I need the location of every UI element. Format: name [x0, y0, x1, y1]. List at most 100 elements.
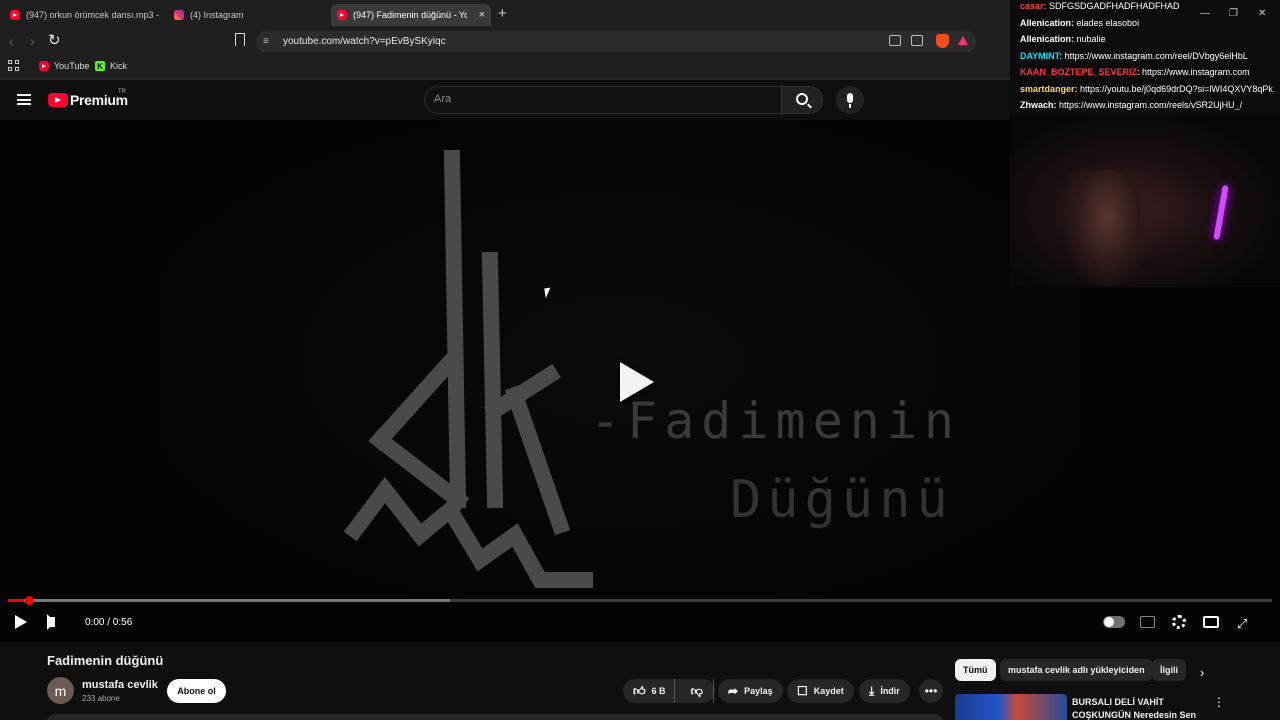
streamer-silhouette: [1062, 170, 1152, 287]
share-icon[interactable]: [911, 35, 923, 46]
chat-username: Zhwach:: [1020, 100, 1057, 110]
autoplay-toggle[interactable]: [1103, 616, 1125, 628]
scrubber-handle[interactable]: [25, 596, 34, 605]
recommendation-thumbnail[interactable]: [955, 694, 1067, 720]
theater-mode-icon[interactable]: [1203, 616, 1219, 628]
description-box[interactable]: [47, 714, 943, 720]
chip-related[interactable]: İlgili: [1152, 659, 1186, 681]
time-display: 0:00 / 0:56: [85, 617, 133, 628]
share-button[interactable]: ➦ Paylaş: [718, 679, 783, 703]
dislike-button[interactable]: 👎︎: [681, 679, 714, 703]
subscribe-button[interactable]: Abone ol: [167, 679, 226, 703]
thumbs-down-icon: 👎︎: [690, 683, 703, 698]
chat-text: : https://www.instagram.com: [1137, 67, 1250, 77]
download-icon: ⤓: [869, 683, 875, 698]
chat-text: https://www.instagram.com/reels/vSR2UjHU…: [1056, 100, 1243, 110]
chat-message: casar: SDFGSDGADFHADFHADFHAD: [1020, 1, 1280, 11]
close-tab-icon[interactable]: ×: [479, 9, 485, 21]
chat-text: nubalie: [1074, 34, 1106, 44]
minimize-icon[interactable]: —: [1200, 8, 1210, 19]
subscriber-count: 233 abone: [82, 694, 120, 703]
progress-buffered: [8, 599, 450, 602]
bookmarks-bar: [0, 55, 1010, 80]
youtube-icon: [10, 10, 20, 20]
save-button[interactable]: ☐ Kaydet: [787, 679, 854, 703]
chat-username: smartdanger:: [1020, 83, 1078, 94]
youtube-icon: [337, 10, 347, 20]
tab-fadimenin[interactable]: (947) Fadimenin düğünü - YouTube ×: [331, 4, 491, 26]
dk-logo-graphic: [343, 149, 593, 588]
chip-all[interactable]: Tümü: [955, 659, 996, 681]
tab-orkun[interactable]: (947) orkun örümcek dansı.mp3 - YouTube: [4, 4, 162, 26]
youtube-icon: [39, 61, 49, 71]
big-play-icon[interactable]: [620, 362, 654, 402]
chat-message: DAYMINT: https://www.instagram.com/reel/…: [1020, 51, 1280, 61]
fullscreen-icon[interactable]: ⤢: [1237, 616, 1247, 632]
bookmark-kick[interactable]: K Kick: [95, 61, 127, 71]
recommendation-title[interactable]: BURSALI DELİ VAHİT COŞKUNGÜN Neredesin S…: [1072, 696, 1202, 720]
tab-title: (4) Instagram: [190, 10, 244, 20]
tab-instagram[interactable]: (4) Instagram: [168, 4, 328, 26]
download-button[interactable]: ⤓ İndir: [859, 679, 910, 703]
apps-grid-icon[interactable]: [8, 60, 19, 71]
like-count: 6 B: [651, 686, 666, 696]
site-settings-icon[interactable]: ≡: [263, 36, 269, 47]
close-window-icon[interactable]: ✕: [1258, 8, 1266, 19]
bookmark-label: YouTube: [54, 61, 90, 71]
back-icon[interactable]: ‹: [9, 33, 14, 49]
channel-name[interactable]: mustafa cevlik: [82, 679, 158, 691]
subtitles-icon[interactable]: [1140, 616, 1155, 628]
chat-username: KAAN_BOZTEPE_SEVERIZ: [1020, 67, 1138, 77]
share-arrow-icon: ➦: [728, 684, 739, 698]
mouse-cursor-icon: [544, 287, 552, 299]
chat-message: KAAN_BOZTEPE_SEVERIZ: https://www.instag…: [1020, 67, 1280, 77]
chat-text: https://youtu.be/j0qd69drDQ?si=lWI4QXVY8…: [1077, 83, 1273, 94]
kebab-menu-icon[interactable]: ⋮: [1213, 695, 1225, 709]
download-label: İndir: [880, 686, 900, 696]
tab-title: (947) Fadimenin düğünü - YouTube: [353, 10, 467, 20]
bookmark-save-icon: ☐: [797, 684, 808, 698]
youtube-logo-icon[interactable]: [48, 93, 68, 107]
chip-uploader[interactable]: mustafa cevlik adlı yükleyiciden: [1000, 659, 1153, 681]
chat-username: Allenication:: [1020, 17, 1075, 28]
play-icon[interactable]: [15, 615, 27, 629]
microphone-icon[interactable]: [836, 86, 864, 114]
save-label: Kaydet: [813, 686, 844, 696]
progress-played: [8, 599, 24, 602]
chat-message: Zhwach: https://www.instagram.com/reels/…: [1020, 100, 1280, 110]
more-actions-button[interactable]: •••: [919, 679, 943, 703]
reload-icon[interactable]: ↻: [48, 31, 61, 49]
brave-rewards-icon[interactable]: [958, 36, 968, 45]
tab-title: (947) orkun örümcek dansı.mp3 - YouTube: [26, 10, 162, 20]
new-tab-button[interactable]: +: [498, 5, 507, 22]
bookmark-label: Kick: [110, 61, 128, 71]
bookmark-youtube[interactable]: YouTube: [39, 61, 89, 71]
kick-icon: K: [95, 61, 105, 71]
forward-icon[interactable]: ›: [30, 33, 35, 49]
search-icon[interactable]: [796, 93, 808, 105]
share-label: Paylaş: [744, 686, 773, 696]
settings-gear-icon[interactable]: [1172, 615, 1186, 629]
avatar[interactable]: m: [47, 677, 74, 704]
search-placeholder: Ara: [434, 93, 452, 105]
chat-message: smartdanger: https://youtu.be/j0qd69drDQ…: [1020, 84, 1280, 94]
chevron-right-icon[interactable]: ›: [1200, 665, 1204, 680]
chat-text: SDFGSDGADFHADFHADFHAD: [1046, 1, 1180, 11]
chat-text: https://www.instagram.com/reel/DVbgy6elH…: [1062, 50, 1248, 61]
video-title: Fadimenin düğünü: [47, 653, 164, 668]
like-button[interactable]: 👍︎ 6 B: [623, 679, 675, 703]
region-label: TR: [118, 89, 126, 95]
cast-icon[interactable]: [889, 35, 901, 46]
bookmark-icon[interactable]: [235, 33, 245, 46]
url-text[interactable]: youtube.com/watch?v=pEvBySKyiqc: [283, 36, 446, 47]
hamburger-menu-icon[interactable]: [17, 94, 31, 105]
chat-text: elades elasoboi: [1074, 17, 1140, 28]
search-input[interactable]: [424, 86, 782, 114]
brave-shield-icon[interactable]: [936, 34, 949, 48]
volume-icon[interactable]: [49, 617, 55, 627]
chat-username: DAYMINT:: [1020, 50, 1063, 61]
maximize-icon[interactable]: ❐: [1229, 8, 1238, 19]
chat-username: casar:: [1020, 1, 1047, 11]
chat-message: Allenication: elades elasoboi: [1020, 18, 1280, 28]
chat-username: Allenication:: [1020, 34, 1075, 44]
